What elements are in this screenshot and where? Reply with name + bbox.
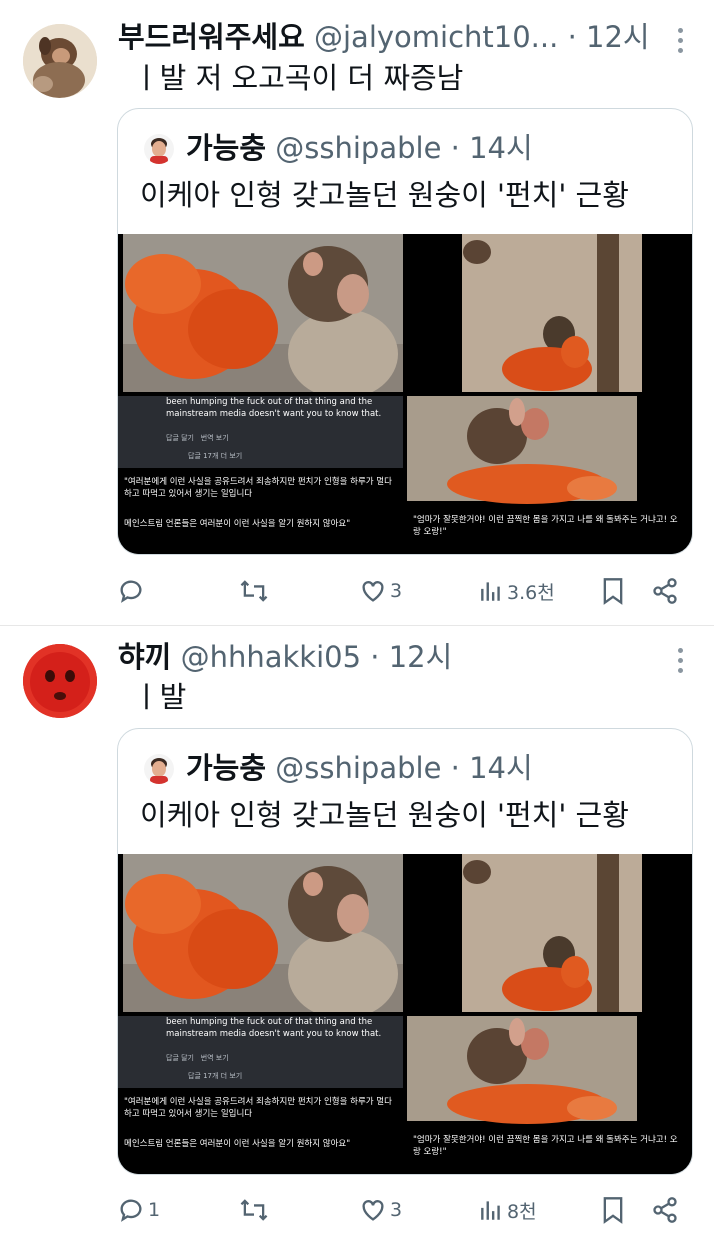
caption-english: been humping the fuck out of that thing … (166, 1017, 382, 1039)
views-count: 3.6천 (507, 581, 555, 604)
more-icon[interactable] (676, 28, 684, 58)
caption-more-replies: 답글 17개 더 보기 (188, 1072, 243, 1080)
views-button[interactable]: 3.6천 (478, 571, 555, 611)
media-image-3[interactable]: been humping the fuck out of that thing … (118, 396, 403, 554)
views-button[interactable]: 8천 (478, 1190, 537, 1230)
media-image-2[interactable] (407, 854, 692, 1012)
quote-text: 이케아 인형 갖고놀던 원숭이 '펀치' 근황 (140, 798, 629, 832)
caption-right: "엄마가 잘못한거야! 이런 끔찍한 몸을 가지고 나를 왜 돌봐주는 거냐고!… (413, 515, 678, 537)
avatar-red-face-image (23, 644, 97, 718)
author-handle[interactable]: @jalyomicht10... (314, 20, 558, 54)
share-button[interactable] (651, 571, 679, 611)
media-grid[interactable]: been humping the fuck out of that thing … (118, 234, 692, 554)
bookmark-icon (603, 578, 623, 605)
like-count: 3 (390, 580, 403, 602)
monkey-plush-photo (123, 854, 403, 1012)
media-image-4[interactable]: "엄마가 잘못한거야! 이런 끔찍한 몸을 가지고 나를 왜 돌봐주는 거냐고!… (407, 396, 692, 554)
like-button[interactable]: 3 (359, 571, 402, 611)
reply-button[interactable]: 1 (117, 1190, 160, 1230)
timestamp[interactable]: · 12시 (568, 20, 650, 54)
caption-korean-1: "여러분에게 이런 사실을 공유드려서 죄송하지만 펀치가 인형을 하루가 멀다… (124, 1097, 392, 1119)
caption-right: "엄마가 잘못한거야! 이런 끔찍한 몸을 가지고 나를 왜 돌봐주는 거냐고!… (413, 1135, 678, 1157)
views-icon (481, 582, 500, 601)
quote-author-name: 가능충 (186, 131, 267, 165)
caption-more-replies: 답글 17개 더 보기 (188, 452, 243, 460)
distant-monkey-photo (407, 234, 692, 392)
avatar-monkey-image (23, 24, 97, 98)
like-count: 3 (390, 1199, 403, 1221)
media-grid[interactable]: been humping the fuck out of that thing … (118, 854, 692, 1174)
quote-timestamp: · 14시 (450, 751, 533, 785)
views-icon (481, 1201, 500, 1220)
retweet-icon (240, 580, 268, 602)
bookmark-icon (603, 1197, 623, 1224)
reply-count: 1 (148, 1199, 161, 1221)
quote-header: 가능충 @sshipable · 14시 (186, 128, 533, 168)
bookmark-button[interactable] (601, 1190, 625, 1230)
action-bar: 1 3 8천 (0, 1190, 714, 1230)
share-icon (653, 1197, 677, 1223)
caption-korean-1: "여러분에게 이런 사실을 공유드려서 죄송하지만 펀치가 인형을 하루가 멀다… (124, 477, 392, 499)
quote-author-name: 가능충 (186, 751, 267, 785)
retweet-button[interactable] (238, 571, 273, 611)
tweet-2[interactable]: 햐끼 @hhhakki05 · 12시 ㅣ발 가능충 @sshipable · … (0, 626, 714, 1248)
caption-ui-reply: 답글 달기 번역 보기 (166, 1054, 229, 1062)
quote-avatar[interactable] (144, 754, 174, 784)
bookmark-button[interactable] (601, 571, 625, 611)
caption-ui-reply: 답글 달기 번역 보기 (166, 434, 229, 442)
media-image-1[interactable] (123, 234, 403, 392)
media-image-1[interactable] (123, 854, 403, 1012)
reply-icon (120, 580, 142, 603)
like-icon (362, 1200, 384, 1221)
share-button[interactable] (651, 1190, 679, 1230)
tweet-header: 부드러워주세요 @jalyomicht10... · 12시 (118, 18, 654, 56)
quote-author-handle: @sshipable (275, 131, 442, 165)
quote-text: 이케아 인형 갖고놀던 원숭이 '펀치' 근황 (140, 178, 629, 212)
views-count: 8천 (507, 1200, 537, 1223)
like-icon (362, 581, 384, 602)
distant-monkey-photo (407, 854, 692, 1012)
action-bar: 3 3.6천 (0, 571, 714, 611)
quote-author-handle: @sshipable (275, 751, 442, 785)
quote-timestamp: · 14시 (450, 131, 533, 165)
quote-header: 가능충 @sshipable · 14시 (186, 748, 533, 788)
timestamp[interactable]: · 12시 (370, 640, 452, 674)
caption-korean-2: 메인스트림 언론들은 여러분이 이런 사실을 알기 원하지 않아요" (124, 519, 351, 529)
author-handle[interactable]: @hhhakki05 (181, 640, 361, 674)
more-icon[interactable] (676, 648, 684, 678)
retweet-icon (240, 1199, 268, 1221)
quoted-tweet[interactable]: 가능충 @sshipable · 14시 이케아 인형 갖고놀던 원숭이 '펀치… (117, 108, 693, 555)
reply-button[interactable] (117, 571, 148, 611)
monkey-plush-photo (123, 234, 403, 392)
monkey-raised-hand-photo (407, 1016, 637, 1124)
tweet-header: 햐끼 @hhhakki05 · 12시 (118, 638, 654, 676)
avatar[interactable] (23, 24, 97, 98)
tweet-text: ㅣ발 저 오고곡이 더 짜증남 (133, 61, 464, 95)
media-image-3[interactable]: been humping the fuck out of that thing … (118, 1016, 403, 1174)
monkey-raised-hand-photo (407, 396, 637, 504)
author-name[interactable]: 부드러워주세요 (118, 20, 305, 54)
media-image-4[interactable]: "엄마가 잘못한거야! 이런 끔찍한 몸을 가지고 나를 왜 돌봐주는 거냐고!… (407, 1016, 692, 1174)
reply-icon (120, 1199, 142, 1222)
tweet-text: ㅣ발 (133, 680, 187, 714)
retweet-button[interactable] (238, 1190, 273, 1230)
caption-korean-2: 메인스트림 언론들은 여러분이 이런 사실을 알기 원하지 않아요" (124, 1139, 351, 1149)
quote-avatar-image (144, 134, 174, 164)
share-icon (653, 578, 677, 604)
author-name[interactable]: 햐끼 (118, 640, 171, 674)
quote-avatar-image (144, 754, 174, 784)
caption-english: been humping the fuck out of that thing … (166, 397, 382, 419)
quote-avatar[interactable] (144, 134, 174, 164)
media-image-2[interactable] (407, 234, 692, 392)
avatar[interactable] (23, 644, 97, 718)
like-button[interactable]: 3 (359, 1190, 402, 1230)
tweet-1[interactable]: 부드러워주세요 @jalyomicht10... · 12시 ㅣ발 저 오고곡이… (0, 0, 714, 625)
quoted-tweet[interactable]: 가능충 @sshipable · 14시 이케아 인형 갖고놀던 원숭이 '펀치… (117, 728, 693, 1175)
